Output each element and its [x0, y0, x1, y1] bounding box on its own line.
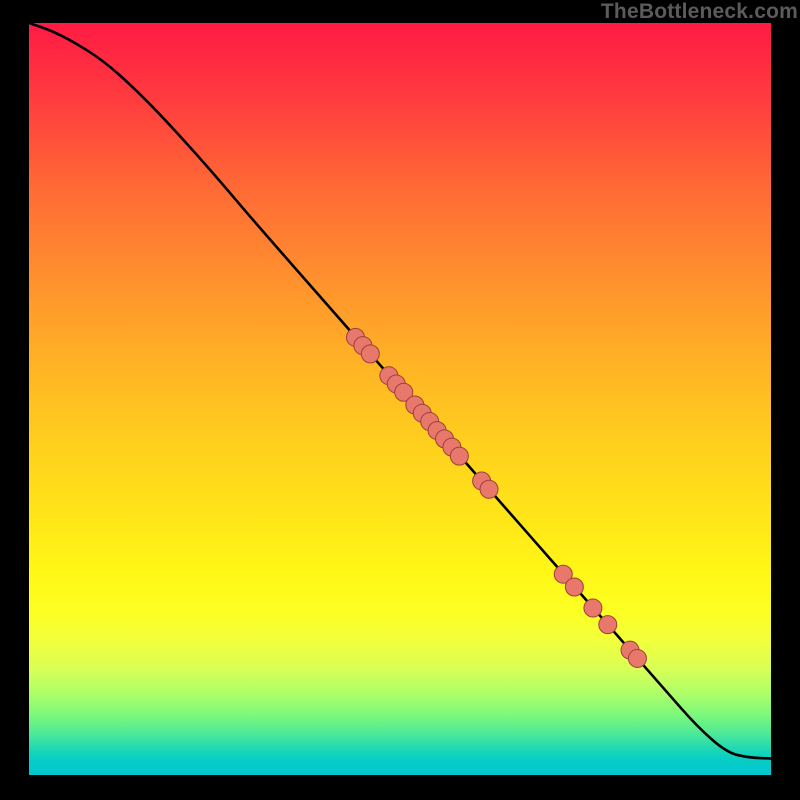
data-marker [361, 345, 379, 363]
chart-area [29, 23, 771, 775]
data-marker [450, 447, 468, 465]
chart-svg [29, 23, 771, 775]
data-marker [599, 616, 617, 634]
data-marker [480, 480, 498, 498]
data-marker [584, 599, 602, 617]
watermark-text: TheBottleneck.com [601, 0, 798, 24]
data-marker [565, 578, 583, 596]
data-marker [628, 649, 646, 667]
